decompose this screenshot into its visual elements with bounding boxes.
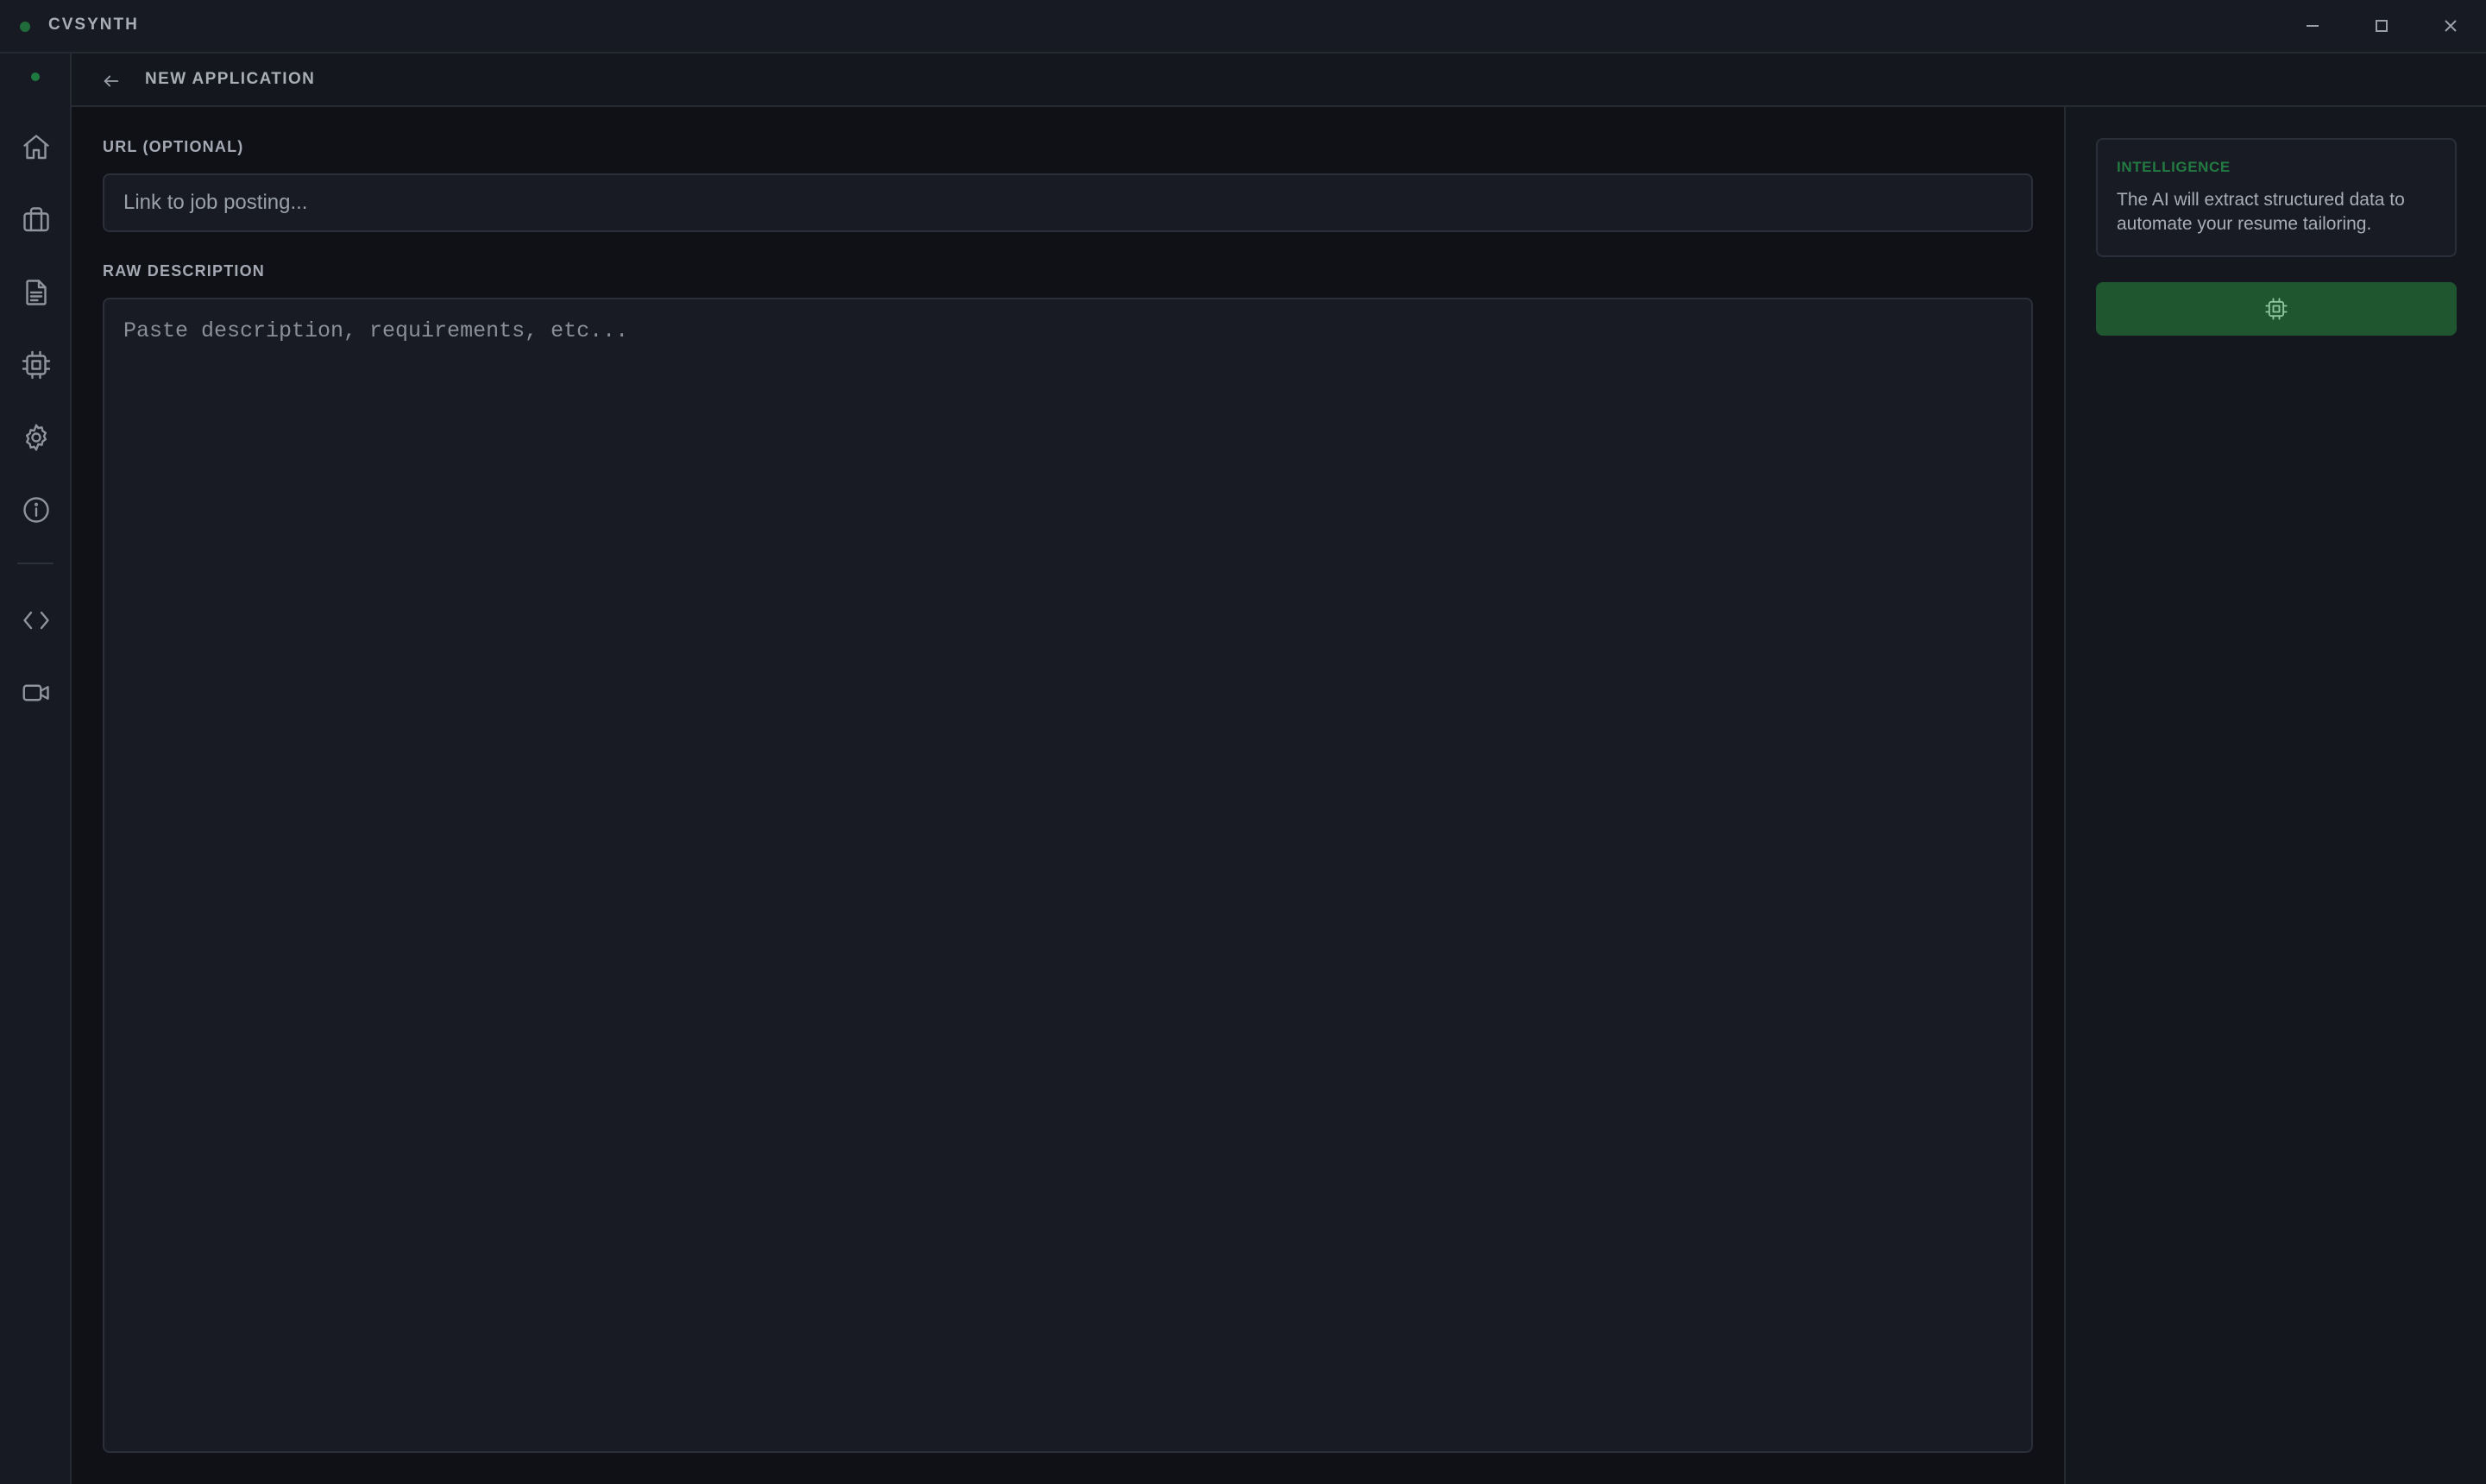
sidebar-divider [17,563,53,564]
gear-icon [26,424,47,451]
close-button[interactable] [2416,0,2485,52]
app-status-dot [20,22,30,32]
close-icon [2445,20,2457,32]
briefcase-icon [23,207,49,232]
document-icon [26,280,47,305]
analyze-button[interactable] [2096,282,2457,336]
status-dot [31,72,40,81]
home-icon [23,135,49,160]
title-bar: CVSYNTH [0,0,2486,53]
sidebar [0,53,72,1484]
sidebar-item-developer[interactable] [16,601,56,640]
back-button[interactable] [94,64,129,98]
intelligence-description: The AI will extract structured data to a… [2117,190,2405,234]
side-panel: INTELLIGENCE The AI will extract structu… [2064,107,2486,1484]
app-name: CVSYNTH [48,16,139,34]
sidebar-item-jobs[interactable] [16,200,56,240]
minimize-button[interactable] [2278,0,2347,52]
description-textarea[interactable] [103,298,2033,1453]
page-header: NEW APPLICATION [72,53,2486,107]
intelligence-title: INTELLIGENCE [2117,159,2231,175]
maximize-button[interactable] [2347,0,2416,52]
chip-icon [2265,298,2288,320]
intelligence-card: INTELLIGENCE The AI will extract structu… [2096,138,2457,257]
info-icon [23,497,49,523]
sidebar-item-recording[interactable] [16,673,56,713]
sidebar-item-home[interactable] [16,128,56,167]
chip-icon [22,350,51,380]
arrow-left-icon [104,75,119,87]
sidebar-item-documents[interactable] [16,273,56,312]
sidebar-item-about[interactable] [16,490,56,530]
description-label: RAW DESCRIPTION [103,262,266,280]
url-input[interactable] [103,173,2033,232]
url-label: URL (OPTIONAL) [103,138,244,155]
page-title: NEW APPLICATION [145,70,316,88]
video-icon [22,684,49,701]
code-icon [23,611,49,630]
main-form: URL (OPTIONAL) RAW DESCRIPTION [72,107,2064,1484]
minimize-icon [2307,25,2319,27]
sidebar-item-settings[interactable] [16,418,56,457]
maximize-icon [2376,20,2388,32]
sidebar-item-ai[interactable] [16,345,56,385]
